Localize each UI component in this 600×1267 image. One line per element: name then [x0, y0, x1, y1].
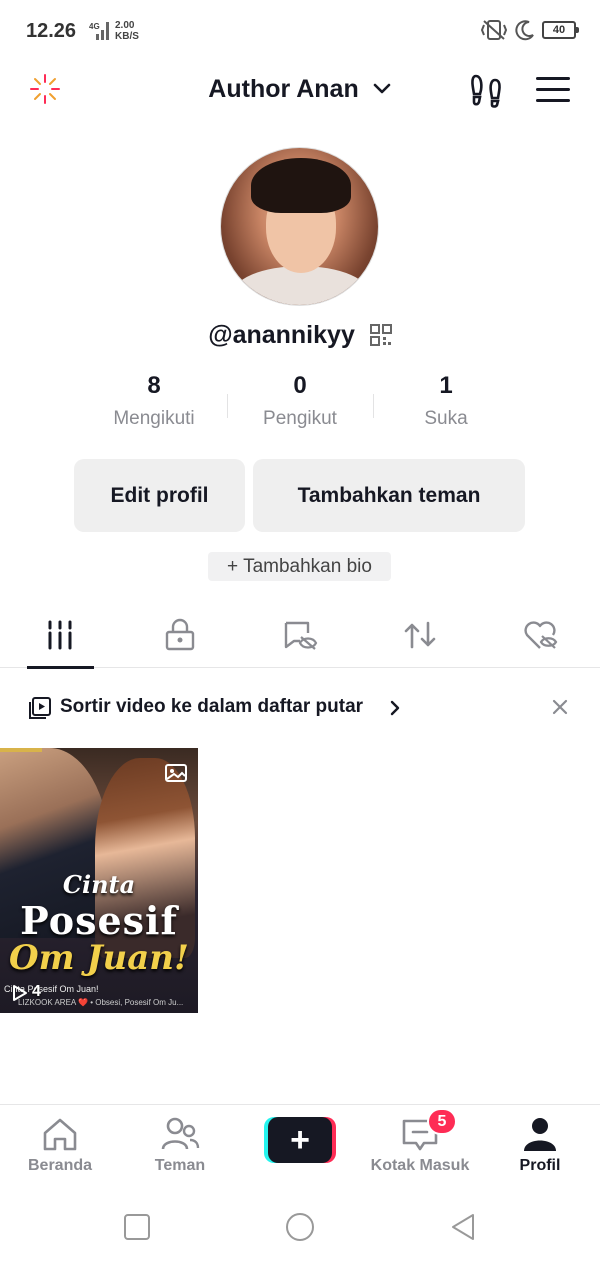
- status-right: 40: [480, 19, 579, 41]
- qr-code-icon[interactable]: [369, 324, 392, 347]
- nav-inbox[interactable]: Kotak Masuk: [360, 1115, 480, 1175]
- followers-label: Pengikut: [263, 408, 337, 429]
- playlist-banner-text: Sortir video ke dalam daftar putar: [60, 696, 364, 717]
- vibrate-icon: [480, 20, 508, 40]
- back-triangle-icon[interactable]: [448, 1212, 478, 1242]
- cover-title-line1: Cinta: [62, 870, 136, 899]
- home-icon: [43, 1118, 77, 1151]
- status-time: 12.26: [26, 20, 77, 42]
- add-bio-button[interactable]: + Tambahkan bio: [208, 552, 391, 581]
- photo-icon: [165, 764, 187, 782]
- following-count: 8: [147, 372, 161, 399]
- following-label: Mengikuti: [113, 408, 195, 429]
- nav-home[interactable]: Beranda: [0, 1115, 120, 1175]
- nav-profile-label: Profil: [519, 1157, 561, 1174]
- account-switcher[interactable]: Author Anan: [0, 74, 600, 104]
- bottom-nav: Beranda Teman + Kotak Masuk Profil: [0, 1104, 600, 1184]
- menu-icon[interactable]: [536, 77, 570, 103]
- battery-icon: 40: [542, 21, 579, 39]
- profile-stats: 8 Mengikuti 0 Pengikut 1 Suka: [0, 372, 600, 442]
- close-icon[interactable]: [549, 696, 571, 718]
- likes-label: Suka: [424, 408, 468, 429]
- active-tab-indicator: [27, 666, 94, 669]
- cover-title-line2: Posesif: [20, 898, 178, 943]
- nav-friends-label: Teman: [154, 1157, 206, 1174]
- system-nav-bar: [0, 1184, 600, 1267]
- pinned-corner: [0, 748, 42, 752]
- playlist-banner[interactable]: Sortir video ke dalam daftar putar: [0, 690, 600, 728]
- inbox-badge: 5: [427, 1108, 457, 1135]
- footprints-icon[interactable]: [468, 72, 504, 108]
- stat-likes[interactable]: 1 Suka: [371, 372, 521, 430]
- recents-icon[interactable]: [122, 1212, 152, 1242]
- videos-grid-icon[interactable]: [42, 617, 78, 653]
- cover-caption-secondary: LIZKOOK AREA ❤️ • Obsesi, Posesif Om Ju.…: [18, 998, 184, 1007]
- video-thumbnail[interactable]: Cinta Posesif Om Juan! Cinta Posesif Om …: [0, 748, 198, 1013]
- chevron-right-icon: [390, 700, 400, 716]
- username-row: @anannikyy: [0, 320, 600, 350]
- profile-icon: [524, 1118, 556, 1151]
- content-tabs: [0, 605, 600, 669]
- liked-hidden-icon[interactable]: [522, 617, 558, 653]
- plus-icon: +: [268, 1117, 332, 1163]
- profile-header: Author Anan: [0, 62, 600, 120]
- chevron-down-icon: [373, 84, 391, 94]
- private-lock-icon[interactable]: [162, 617, 198, 653]
- status-bar: 12.26 4G 2.00 KB/S 40: [0, 0, 600, 62]
- stat-followers[interactable]: 0 Pengikut: [225, 372, 375, 430]
- network-type: 4G: [89, 22, 100, 31]
- view-count: 4: [32, 983, 41, 1000]
- play-icon: [13, 985, 27, 1001]
- username: @anannikyy: [208, 320, 355, 349]
- nav-home-label: Beranda: [27, 1157, 93, 1174]
- playlist-icon: [29, 697, 51, 719]
- nav-friends[interactable]: Teman: [120, 1115, 240, 1175]
- home-circle-icon[interactable]: [285, 1212, 315, 1242]
- followers-count: 0: [293, 372, 307, 399]
- cover-title-line3: Om Juan!: [9, 938, 189, 978]
- moon-icon: [515, 20, 534, 41]
- edit-profile-button[interactable]: Edit profil: [74, 459, 245, 532]
- nav-inbox-label: Kotak Masuk: [370, 1157, 470, 1174]
- friends-icon: [161, 1117, 200, 1150]
- create-button[interactable]: +: [264, 1117, 336, 1163]
- nav-profile[interactable]: Profil: [480, 1115, 600, 1175]
- likes-count: 1: [439, 372, 453, 399]
- network-speed: 2.00 KB/S: [115, 20, 139, 42]
- stat-following[interactable]: 8 Mengikuti: [79, 372, 229, 430]
- repost-icon[interactable]: [402, 617, 438, 653]
- hidden-posts-icon[interactable]: [282, 617, 318, 653]
- add-friends-button[interactable]: Tambahkan teman: [253, 459, 525, 532]
- avatar[interactable]: [220, 147, 379, 306]
- account-name: Author Anan: [208, 74, 359, 103]
